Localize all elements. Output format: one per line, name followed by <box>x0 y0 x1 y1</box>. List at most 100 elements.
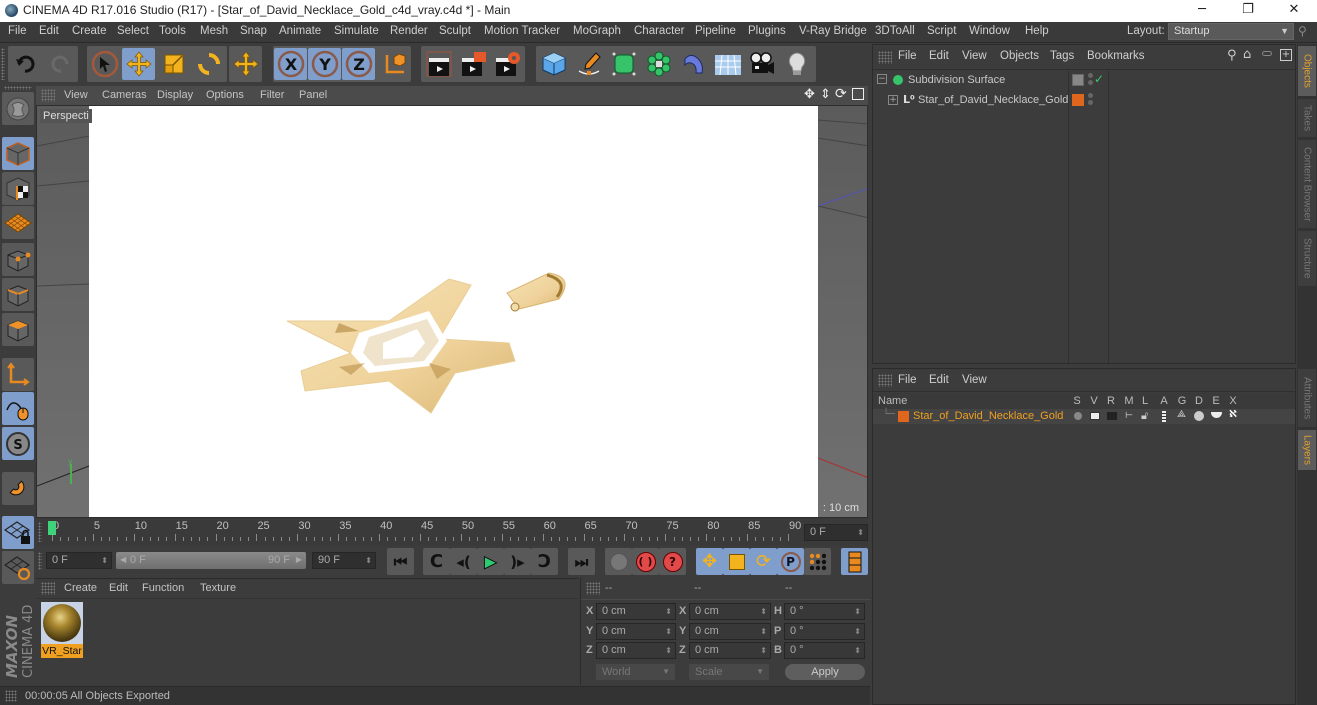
parameter-key-icon[interactable]: P <box>777 548 804 575</box>
viewport-menu-view[interactable]: View <box>64 89 88 101</box>
manager-toggle-icon[interactable]: ⊢ <box>1125 411 1133 421</box>
locked-column-header[interactable]: L <box>1139 393 1151 409</box>
menu-script[interactable]: Script <box>927 25 956 37</box>
deformer-bend-icon[interactable] <box>676 48 709 80</box>
material-menu-function[interactable]: Function <box>142 582 184 594</box>
editor-visibility-dot[interactable] <box>1088 73 1093 78</box>
rotate-view-icon[interactable]: ⟳ <box>835 86 847 102</box>
size-y-field[interactable]: 0 cm ⬍ <box>689 623 771 640</box>
play-forwards-icon[interactable]: ▶ <box>477 548 504 575</box>
timeline-playhead[interactable] <box>48 521 56 535</box>
lock-toggle-icon[interactable]: 🔓︎ <box>1141 409 1148 423</box>
menu-motion-tracker[interactable]: Motion Tracker <box>484 25 560 37</box>
menu-mesh[interactable]: Mesh <box>200 25 228 37</box>
solo-mode-icon[interactable]: S <box>2 427 34 460</box>
position-key-icon[interactable]: ✥ <box>696 548 723 575</box>
material-menu-create[interactable]: Create <box>64 582 97 594</box>
recent-tools-icon[interactable] <box>229 48 262 80</box>
animation-column-header[interactable]: A <box>1157 393 1171 409</box>
render-view-icon[interactable] <box>422 48 455 80</box>
viewport-menu-display[interactable]: Display <box>157 89 193 101</box>
viewport-menu-options[interactable]: Options <box>206 89 244 101</box>
render-column-header[interactable]: R <box>1104 393 1118 409</box>
cube-primitive-icon[interactable] <box>537 48 570 80</box>
viewport[interactable]: y Perspecti : 10 cm <box>36 105 868 518</box>
menu-mograph[interactable]: MoGraph <box>573 25 621 37</box>
menu-3dtoall[interactable]: 3DToAll <box>875 25 915 37</box>
workplane-lock-icon[interactable] <box>2 516 34 549</box>
coordinate-mode-select[interactable]: World ▼ <box>596 664 675 680</box>
lock-x-axis-icon[interactable]: X <box>274 48 307 80</box>
enabled-check-icon[interactable]: ✓ <box>1094 72 1104 86</box>
redo-icon[interactable] <box>43 48 76 80</box>
menu-help[interactable]: Help <box>1025 25 1049 37</box>
size-x-field[interactable]: 0 cm ⬍ <box>689 603 771 620</box>
toolbar-grip[interactable] <box>1 48 5 80</box>
panel-grip[interactable] <box>878 51 892 64</box>
render-to-picture-viewer-icon[interactable] <box>457 48 490 80</box>
keyframe-selection-icon[interactable]: ? <box>659 548 686 575</box>
play-backwards-icon[interactable]: ◂( <box>450 548 477 575</box>
pen-spline-icon[interactable] <box>572 48 605 80</box>
render-visibility-dot[interactable] <box>1088 80 1093 85</box>
objects-menu-tags[interactable]: Tags <box>1050 50 1074 62</box>
expressions-toggle-icon[interactable] <box>1211 412 1222 418</box>
points-mode-icon[interactable] <box>2 243 34 276</box>
layer-name[interactable]: Star_of_David_Necklace_Gold <box>913 410 1063 422</box>
viewport-menu-filter[interactable]: Filter <box>260 89 284 101</box>
expand-icon[interactable]: + <box>888 95 898 105</box>
panel-grip[interactable] <box>41 582 55 595</box>
scale-icon[interactable] <box>157 48 190 80</box>
pos-z-field[interactable]: 0 cm ⬍ <box>596 642 676 659</box>
timeline-ruler[interactable]: 0 5 10 15 20 25 30 35 40 45 50 55 60 65 70 75 80 85 90 0 F… <box>36 518 868 546</box>
go-to-end-icon[interactable]: ⏭ <box>568 548 595 575</box>
minimize-button[interactable]: ─ <box>1179 0 1225 22</box>
go-to-end-loop-icon[interactable]: Ↄ <box>531 548 558 575</box>
record-icon[interactable] <box>605 548 632 575</box>
panel-grip[interactable] <box>38 552 42 570</box>
zoom-view-icon[interactable]: ⇕ <box>820 87 831 102</box>
layer-tag-icon[interactable] <box>1072 74 1084 86</box>
menu-window[interactable]: Window <box>969 25 1010 37</box>
render-settings-icon[interactable] <box>491 48 524 80</box>
camera-icon[interactable] <box>745 48 778 80</box>
undo-icon[interactable] <box>9 48 42 80</box>
model-mode-icon[interactable] <box>2 137 34 170</box>
rot-h-field[interactable]: 0 ° ⬍ <box>784 603 865 620</box>
layer-color-swatch[interactable] <box>1072 94 1084 106</box>
editor-visibility-dot[interactable] <box>1088 93 1093 98</box>
light-icon[interactable] <box>780 48 813 80</box>
object-row[interactable]: − Subdivision Surface <box>873 71 1295 90</box>
menu-pipeline[interactable]: Pipeline <box>695 25 736 37</box>
menu-file[interactable]: File <box>8 25 27 37</box>
menu-create[interactable]: Create <box>72 25 107 37</box>
material-menu-texture[interactable]: Texture <box>200 582 236 594</box>
menu-snap[interactable]: Snap <box>240 25 267 37</box>
pos-x-field[interactable]: 0 cm ⬍ <box>596 603 676 620</box>
live-selection-icon[interactable] <box>88 48 121 80</box>
tab-content-browser[interactable]: Content Browser <box>1298 140 1316 228</box>
world-coordinates-icon[interactable] <box>378 48 411 80</box>
frame-range-slider[interactable]: ◀ 0 F 90 F ▶ <box>116 552 306 569</box>
expressions-column-header[interactable]: E <box>1209 393 1223 409</box>
mograph-cloner-icon[interactable] <box>642 48 675 80</box>
home-icon[interactable]: ⌂ <box>1243 47 1251 62</box>
menu-simulate[interactable]: Simulate <box>334 25 379 37</box>
panel-grip[interactable] <box>586 582 600 595</box>
tab-structure[interactable]: Structure <box>1298 231 1316 286</box>
previous-key-icon[interactable]: C <box>423 548 450 575</box>
close-button[interactable]: ✕ <box>1271 0 1317 22</box>
polygons-mode-icon[interactable] <box>2 313 34 346</box>
search-icon[interactable]: ⚲ <box>1298 24 1307 38</box>
scale-key-icon[interactable] <box>723 548 750 575</box>
snap-icon[interactable] <box>2 472 34 505</box>
tab-layers[interactable]: Layers <box>1298 430 1316 470</box>
texture-mode-icon[interactable] <box>2 172 34 205</box>
objects-menu-edit[interactable]: Edit <box>929 50 949 62</box>
menu-render[interactable]: Render <box>390 25 428 37</box>
layers-menu-file[interactable]: File <box>898 374 917 386</box>
panel-grip[interactable] <box>878 374 892 387</box>
object-row[interactable]: + L⁰ Star_of_David_Necklace_Gold <box>873 91 1295 110</box>
size-z-field[interactable]: 0 cm ⬍ <box>689 642 771 659</box>
menu-plugins[interactable]: Plugins <box>748 25 786 37</box>
